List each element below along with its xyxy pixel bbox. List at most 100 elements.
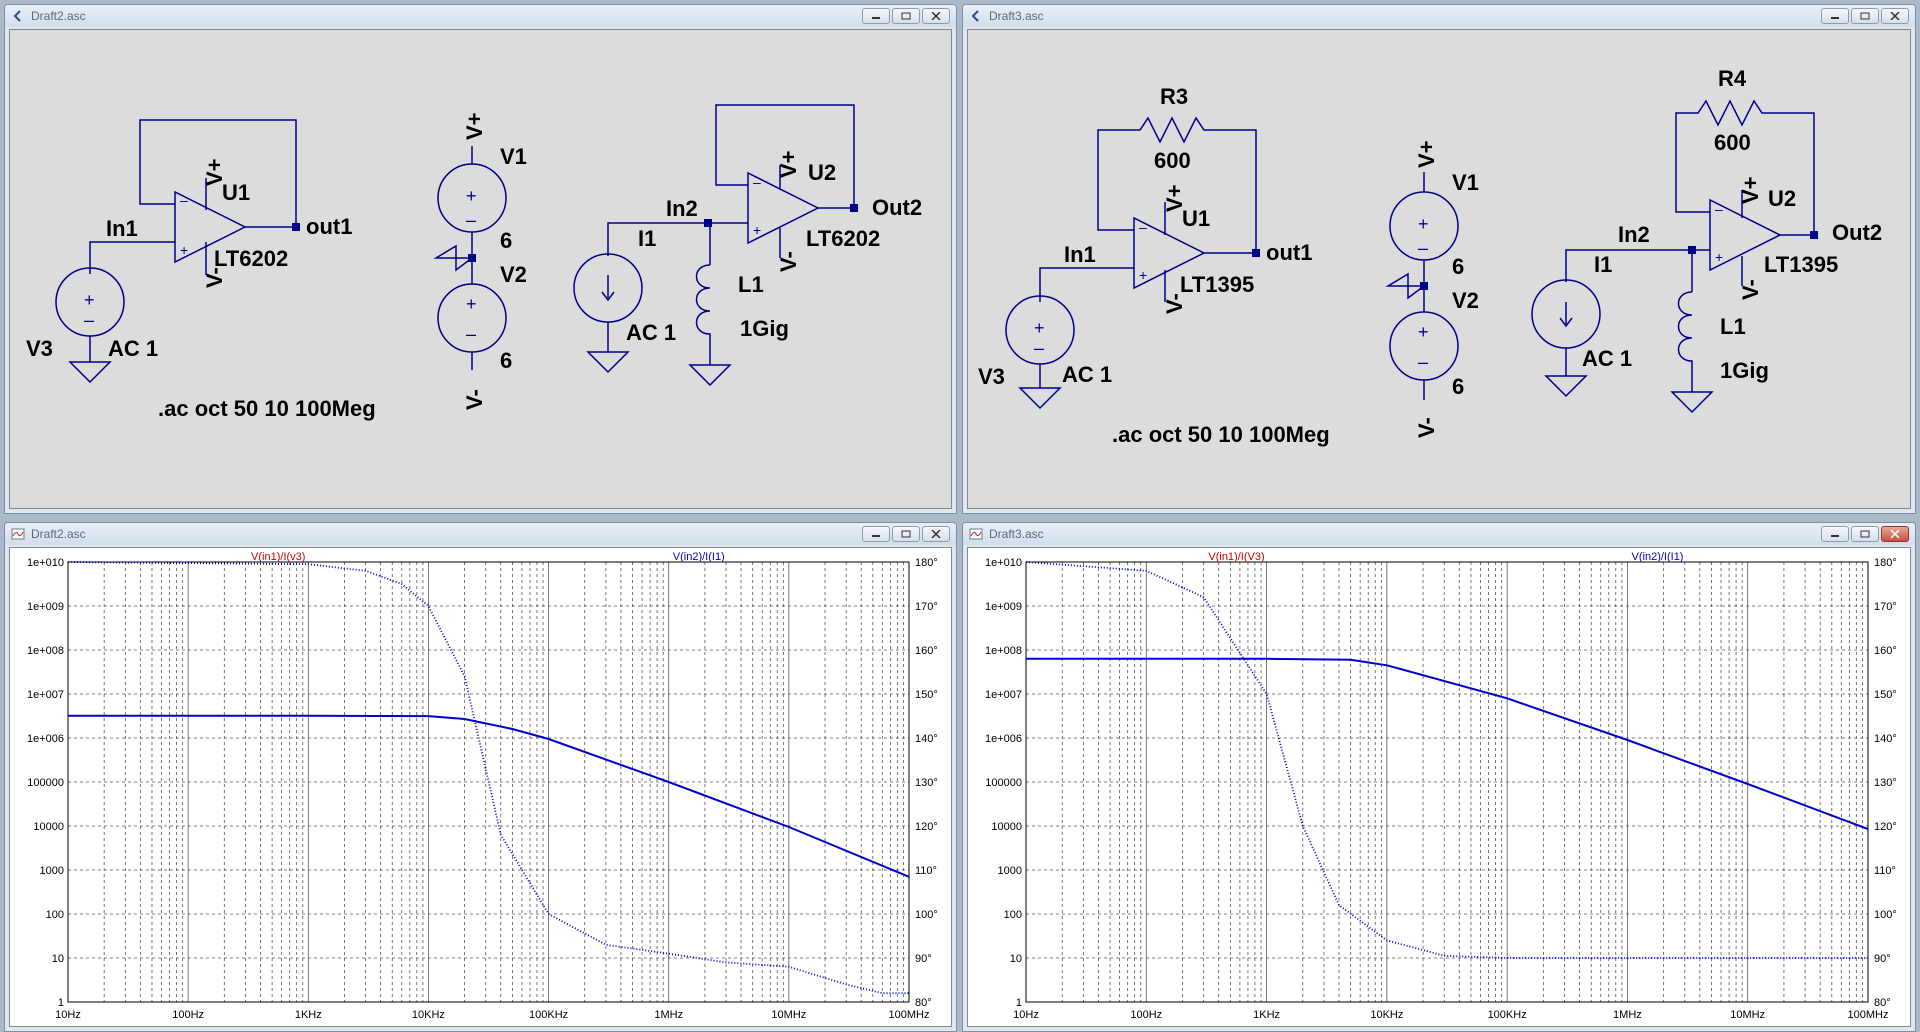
title-bar[interactable]: Draft2.asc (5, 523, 956, 545)
label-vminus-u2: V- (1738, 279, 1763, 300)
ground-icon (586, 351, 630, 374)
node-v1v2[interactable] (468, 254, 476, 262)
x-tick-label: 10KHz (412, 1009, 445, 1021)
ground-icon (1670, 391, 1714, 414)
y-tick-label-right: 140° (1874, 733, 1897, 745)
value-r4: 600 (1714, 130, 1751, 155)
node-in2[interactable] (1688, 246, 1696, 254)
label-r3: R3 (1160, 84, 1188, 109)
net-out2: Out2 (872, 195, 922, 220)
svg-text:+: + (753, 222, 761, 238)
schematic-canvas[interactable]: – + – + + – + – + – U1 LT6202 In1 out1 V… (9, 29, 952, 509)
x-tick-label: 10MHz (771, 1009, 806, 1021)
svg-text:–: – (1034, 338, 1044, 358)
net-out2: Out2 (1832, 220, 1882, 245)
current-arrow-icon (1559, 302, 1573, 328)
y-tick-label-right: 90° (915, 953, 932, 965)
label-u1-model: LT1395 (1180, 272, 1254, 297)
y-tick-label-right: 180° (915, 557, 938, 569)
minimize-button[interactable] (862, 8, 890, 24)
x-tick-label: 100Hz (172, 1009, 204, 1021)
svg-text:+: + (1139, 267, 1147, 283)
resistor-r4-feedback[interactable] (1675, 99, 1815, 236)
ground-icon (68, 361, 112, 384)
y-tick-label-left: 1e+009 (27, 601, 64, 613)
inductor-l1[interactable] (695, 264, 711, 365)
label-vminus-u1: V- (202, 267, 227, 288)
wire-in2 (607, 222, 748, 256)
current-arrow-icon (601, 275, 615, 302)
value-v1: 6 (1452, 254, 1464, 279)
label-vminus-u2: V- (776, 251, 801, 272)
label-vplus-u1: V+ (1162, 184, 1187, 212)
bode-plot-draft3[interactable]: 1 80°10 90°100 100°1000 110°10000 120°100000 1… (968, 548, 1912, 1028)
node-out2[interactable] (1810, 231, 1818, 239)
svg-text:+: + (1034, 318, 1045, 338)
label-v1: V1 (1452, 170, 1479, 195)
minimize-button[interactable] (862, 526, 890, 542)
inductor-l1[interactable] (1677, 291, 1693, 392)
label-l1: L1 (738, 272, 764, 297)
node-v1v2[interactable] (1420, 282, 1428, 290)
close-button[interactable] (1881, 526, 1909, 542)
ground-icon (1385, 272, 1427, 300)
schematic-icon (971, 10, 979, 22)
title-bar[interactable]: Draft3.asc (963, 5, 1915, 27)
y-tick-label-left: 1e+010 (985, 557, 1022, 569)
restore-button[interactable] (1851, 526, 1879, 542)
y-tick-label-right: 170° (915, 601, 938, 613)
y-tick-label-right: 130° (1874, 777, 1897, 789)
restore-button[interactable] (892, 526, 920, 542)
restore-button[interactable] (892, 8, 920, 24)
label-vplus: V+ (462, 112, 487, 140)
label-u2: U2 (808, 160, 836, 185)
label-ac-2: AC 1 (1582, 346, 1632, 371)
y-tick-label-right: 170° (1874, 601, 1897, 613)
draft3-plot-window: Draft3.asc 1 80° 10 90° 100 100° 1000 110° 10000… (962, 522, 1916, 1032)
y-tick-label-right: 150° (1874, 689, 1897, 701)
svg-text:–: – (180, 192, 188, 208)
y-tick-label-right: 100° (915, 909, 938, 921)
x-tick-label: 10Hz (55, 1009, 81, 1021)
value-v2: 6 (1452, 374, 1464, 399)
y-tick-label-right: 80° (915, 997, 932, 1009)
label-vminus-u1: V- (1162, 293, 1187, 314)
label-u2-model: LT6202 (806, 226, 880, 251)
title-bar[interactable]: Draft2.asc (5, 5, 956, 27)
net-in1: In1 (1064, 242, 1096, 267)
svg-text:–: – (84, 310, 94, 330)
y-tick-label-left: 1000 (998, 865, 1022, 877)
node-out2[interactable] (850, 204, 858, 212)
y-tick-label-left: 10 (52, 953, 64, 965)
label-vplus-u1: V+ (202, 158, 227, 186)
y-tick-label-left: 1000 (40, 865, 64, 877)
restore-button[interactable] (1851, 8, 1879, 24)
label-r4: R4 (1718, 66, 1747, 91)
close-button[interactable] (1881, 8, 1909, 24)
plot-pane[interactable]: 1 80° 10 90° 100 100° 1000 110° 10000 120° 100000 1… (9, 547, 952, 1027)
x-tick-label: 100MHz (1848, 1009, 1889, 1021)
node-out1[interactable] (292, 223, 300, 231)
spice-directive[interactable]: .ac oct 50 10 100Meg (1112, 422, 1330, 447)
y-tick-label-left: 1e+009 (985, 601, 1022, 613)
svg-text:+: + (1418, 214, 1429, 234)
close-button[interactable] (922, 526, 950, 542)
schematic-canvas[interactable]: – + – + + – + – + – R3 600 U1 LT1395 In1… (967, 29, 1911, 509)
y-tick-label-right: 110° (915, 865, 937, 877)
node-out1[interactable] (1252, 249, 1260, 257)
y-tick-label-left: 1e+008 (27, 645, 64, 657)
close-button[interactable] (922, 8, 950, 24)
node-in2[interactable] (704, 219, 712, 227)
y-tick-label-right: 80° (1874, 997, 1891, 1009)
minimize-button[interactable] (1821, 526, 1849, 542)
y-tick-label-left: 1e+006 (27, 733, 64, 745)
svg-text:+: + (466, 186, 477, 206)
minimize-button[interactable] (1821, 8, 1849, 24)
value-v1: 6 (500, 228, 512, 253)
title-bar[interactable]: Draft3.asc (963, 523, 1915, 545)
plot-pane[interactable]: 1 80° 10 90° 100 100° 1000 110° 10000 120° 100000 1… (967, 547, 1911, 1027)
spice-directive[interactable]: .ac oct 50 10 100Meg (158, 396, 376, 421)
bode-plot-draft2[interactable]: 1 80°10 90°100 100°1000 110°10000 120°100000 1… (10, 548, 953, 1028)
svg-text:–: – (1418, 352, 1428, 372)
x-tick-label: 1KHz (1253, 1009, 1280, 1021)
